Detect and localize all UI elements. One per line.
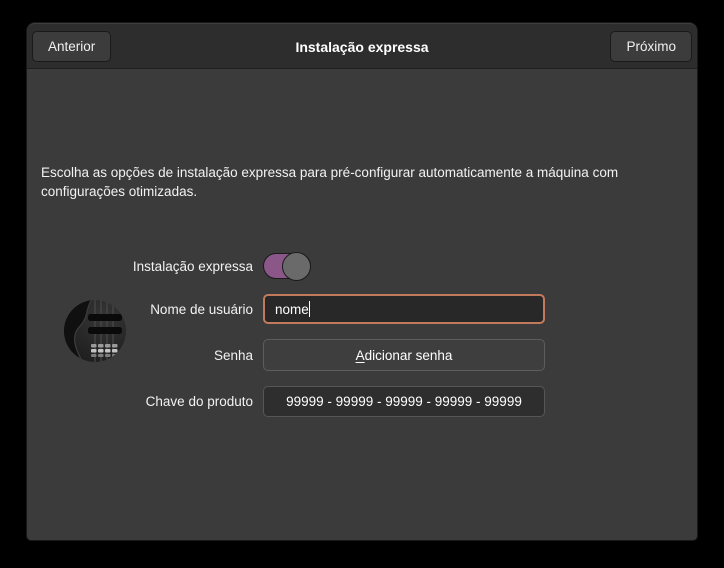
intro-text: Escolha as opções de instalação expressa… xyxy=(41,163,683,201)
headerbar: Anterior Instalação expressa Próximo xyxy=(27,23,697,69)
backdrop: { "titlebar": { "back_label": "Anterior"… xyxy=(0,0,724,568)
product-key-input[interactable] xyxy=(263,386,545,417)
mnemonic-char: A xyxy=(355,347,365,363)
next-button[interactable]: Próximo xyxy=(610,31,692,62)
add-password-button[interactable]: Adicionar senha xyxy=(263,339,545,371)
product-key-label: Chave do produto xyxy=(145,394,253,409)
password-label: Senha xyxy=(213,347,253,363)
intro-line-1: Escolha as opções de instalação expressa… xyxy=(41,165,619,180)
toggle-knob xyxy=(282,252,311,281)
intro-line-2: configurações otimizadas. xyxy=(41,184,198,199)
express-install-toggle[interactable] xyxy=(263,252,311,281)
username-label: Nome de usuário xyxy=(150,301,253,317)
express-install-label: Instalação expressa xyxy=(132,258,253,274)
express-install-form: Instalação expressa Nome de usuário Senh… xyxy=(27,252,545,417)
button-label-rest: dicionar senha xyxy=(364,347,453,363)
window-title: Instalação expressa xyxy=(295,39,429,55)
username-input[interactable] xyxy=(263,294,545,324)
express-install-window: Anterior Instalação expressa Próximo Esc… xyxy=(27,23,697,540)
previous-button[interactable]: Anterior xyxy=(32,31,112,62)
